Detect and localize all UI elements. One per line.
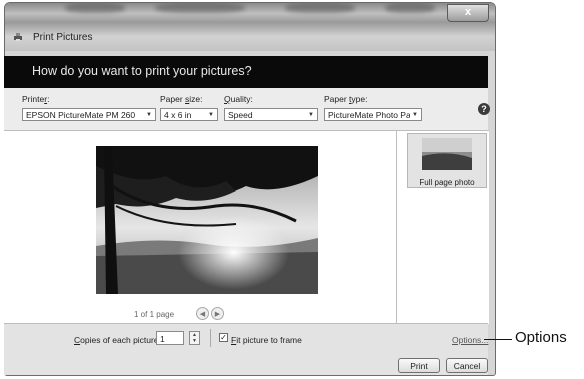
printer-value: EPSON PictureMate PM 260 bbox=[26, 110, 136, 120]
printer-icon bbox=[14, 33, 22, 41]
previous-page-button[interactable]: ◀ bbox=[196, 307, 209, 320]
arrow-left-icon: ◀ bbox=[199, 311, 206, 318]
quality-dropdown[interactable]: Speed ▼ bbox=[224, 108, 318, 121]
options-link[interactable]: Options... bbox=[452, 335, 488, 345]
paper-size-label: Paper size: bbox=[160, 94, 203, 104]
separator bbox=[210, 329, 211, 347]
copies-label: Copies of each picture: bbox=[74, 335, 161, 345]
layout-preview-image bbox=[422, 138, 472, 170]
paper-type-dropdown[interactable]: PictureMate Photo Pap ▼ bbox=[324, 108, 422, 121]
close-button[interactable]: x bbox=[447, 4, 489, 22]
next-page-button[interactable]: ▶ bbox=[211, 307, 224, 320]
printer-label: Printer: bbox=[22, 94, 50, 104]
banner-question: How do you want to print your pictures? bbox=[32, 64, 252, 78]
page-count: 1 of 1 page bbox=[134, 310, 175, 319]
copies-input[interactable]: 1 bbox=[156, 331, 184, 345]
options-callout: Options bbox=[515, 329, 567, 346]
fit-to-frame-checkbox[interactable]: ✓ bbox=[219, 333, 228, 342]
help-icon[interactable]: ? bbox=[478, 103, 490, 115]
paper-type-label: Paper type: bbox=[324, 94, 368, 104]
chevron-down-icon: ▼ bbox=[410, 109, 418, 120]
copies-spinner[interactable]: ▲ ▼ bbox=[189, 331, 200, 345]
paper-type-value: PictureMate Photo Pap bbox=[328, 110, 416, 120]
quality-label: Quality: bbox=[224, 94, 253, 104]
callout-line bbox=[484, 339, 512, 340]
title-bar[interactable]: x Print Pictures bbox=[5, 3, 495, 51]
window-title: Print Pictures bbox=[33, 32, 93, 43]
paper-size-value: 4 x 6 in bbox=[164, 110, 192, 120]
titlebar-decoration bbox=[65, 3, 125, 13]
titlebar-decoration bbox=[155, 3, 245, 13]
arrow-right-icon: ▶ bbox=[214, 311, 221, 318]
chevron-down-icon: ▼ bbox=[208, 112, 214, 118]
print-button[interactable]: Print bbox=[398, 358, 440, 373]
header-banner: How do you want to print your pictures? bbox=[4, 56, 488, 88]
fit-to-frame-label: Fit picture to frame bbox=[231, 335, 302, 345]
titlebar-decoration bbox=[285, 3, 355, 13]
photo-preview bbox=[96, 146, 318, 294]
titlebar-decoration bbox=[385, 3, 435, 13]
paper-size-dropdown[interactable]: 4 x 6 in ▼ bbox=[160, 108, 218, 121]
chevron-down-icon: ▼ bbox=[146, 112, 152, 118]
spinner-down-icon[interactable]: ▼ bbox=[190, 338, 199, 344]
layout-caption: Full page photo bbox=[419, 178, 475, 187]
cancel-button[interactable]: Cancel bbox=[446, 358, 488, 373]
chevron-down-icon: ▼ bbox=[308, 112, 314, 118]
quality-value: Speed bbox=[228, 110, 253, 120]
printer-dropdown[interactable]: EPSON PictureMate PM 260 ▼ bbox=[22, 108, 156, 121]
